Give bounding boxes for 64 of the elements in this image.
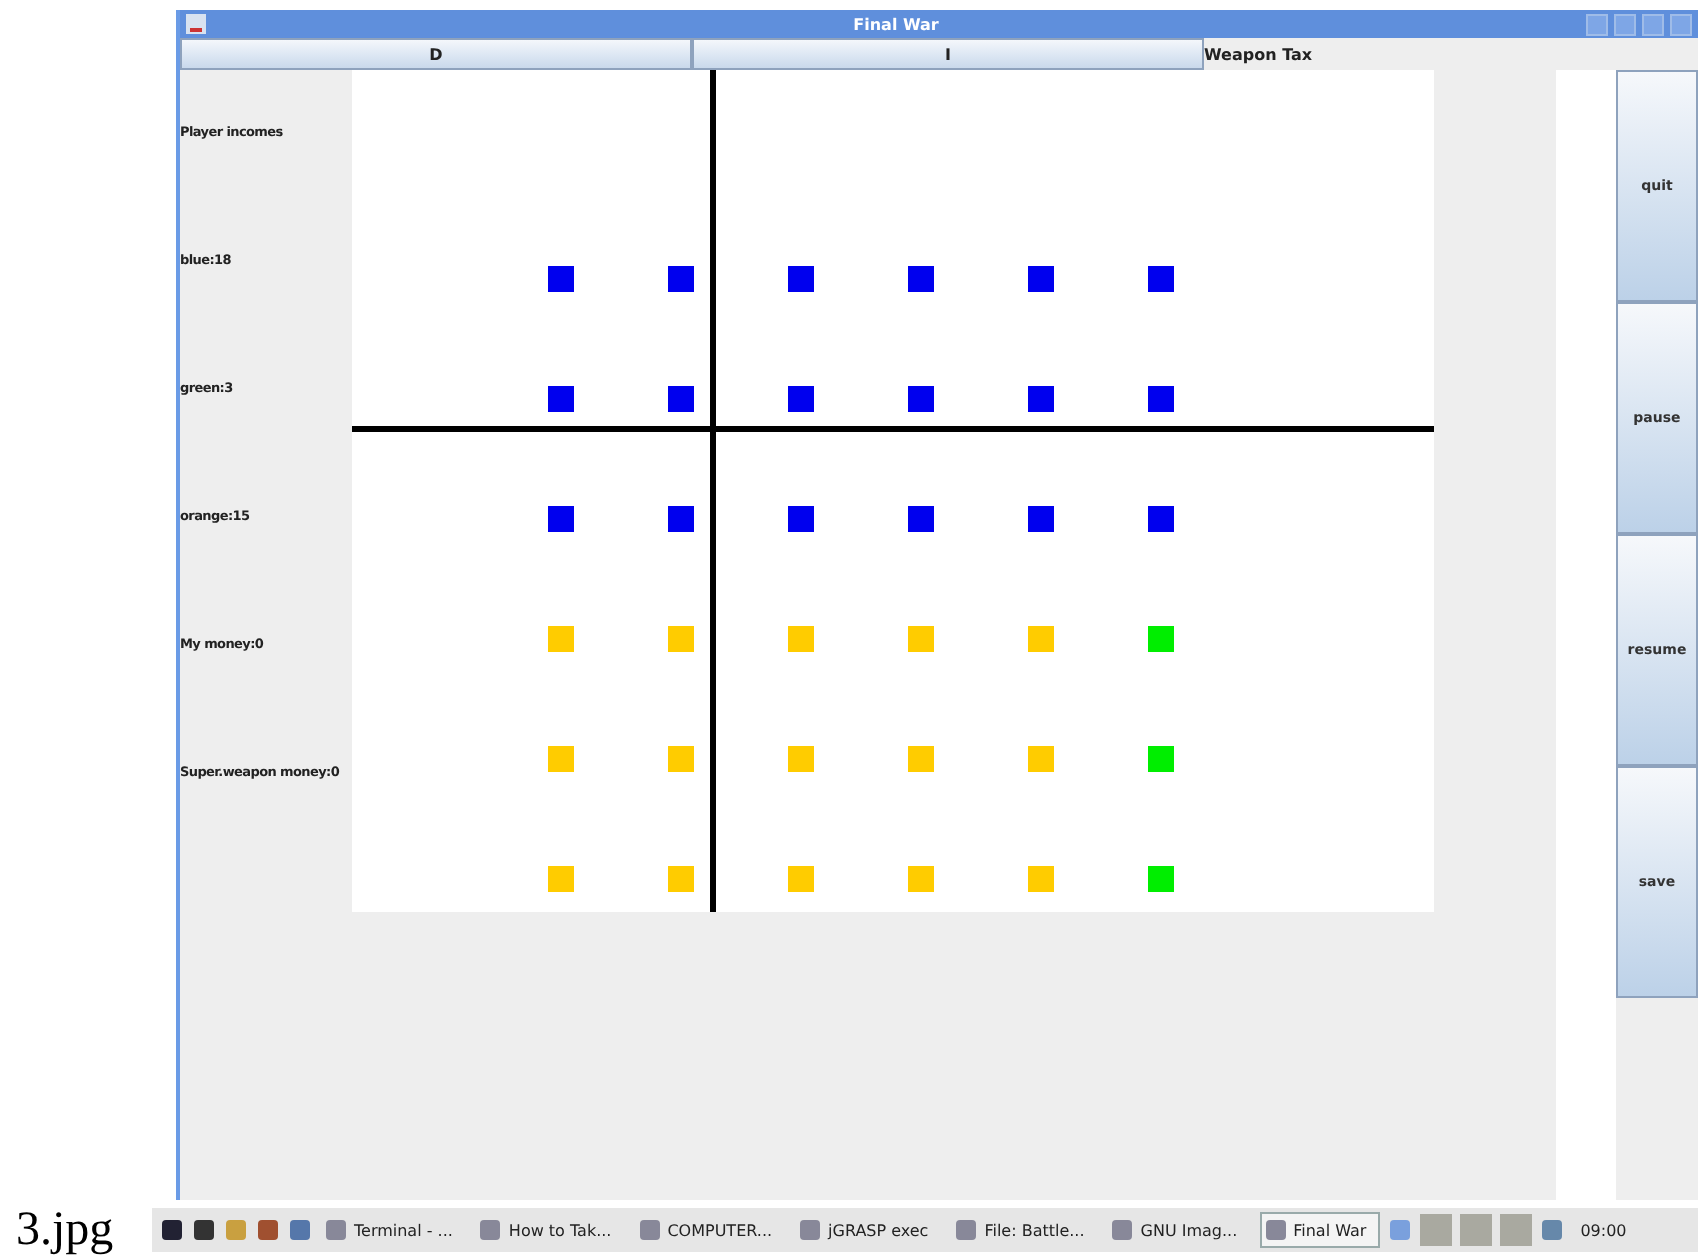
unit-square[interactable] [1028, 506, 1054, 532]
unit-square[interactable] [1148, 626, 1174, 652]
task-label: Terminal - ... [354, 1221, 453, 1239]
unit-square[interactable] [908, 866, 934, 892]
unit-square[interactable] [668, 506, 694, 532]
workspace-tile[interactable] [1420, 1214, 1453, 1246]
unit-square[interactable] [1028, 746, 1054, 772]
taskbar-task[interactable]: Final War [1259, 1212, 1381, 1248]
unit-square[interactable] [788, 266, 814, 292]
minimize-button[interactable] [1614, 13, 1636, 35]
unit-square[interactable] [548, 266, 574, 292]
unit-square[interactable] [548, 626, 574, 652]
task-label: jGRASP exec [828, 1221, 929, 1239]
taskbar-task[interactable]: jGRASP exec [794, 1212, 943, 1248]
unit-square[interactable] [1148, 266, 1174, 292]
weapon-tax-label: Weapon Tax [1204, 45, 1313, 63]
unit-square[interactable] [1148, 866, 1174, 892]
unit-square[interactable] [1028, 626, 1054, 652]
unit-square[interactable] [1028, 386, 1054, 412]
unit-square[interactable] [668, 866, 694, 892]
top-button[interactable]: D [180, 38, 692, 70]
unit-square[interactable] [1148, 506, 1174, 532]
unit-square[interactable] [908, 746, 934, 772]
taskbar-task[interactable]: COMPUTER... [633, 1212, 787, 1248]
unit-square[interactable] [668, 746, 694, 772]
unit-square[interactable] [908, 506, 934, 532]
taskbar-task[interactable]: Terminal - ... [320, 1212, 467, 1248]
unit-square[interactable] [788, 386, 814, 412]
window-title: Final War [851, 15, 941, 33]
unit-square[interactable] [908, 266, 934, 292]
maximize-button[interactable] [1642, 13, 1664, 35]
unit-square[interactable] [788, 626, 814, 652]
unit-square[interactable] [908, 386, 934, 412]
unit-square[interactable] [1028, 866, 1054, 892]
unit-square[interactable] [788, 866, 814, 892]
task-label: GNU Imag... [1140, 1221, 1238, 1239]
unit-square[interactable] [548, 746, 574, 772]
workspace-tile[interactable] [1460, 1214, 1493, 1246]
task-label: How to Tak... [508, 1221, 612, 1239]
unit-square[interactable] [1028, 266, 1054, 292]
unit-square[interactable] [788, 506, 814, 532]
close-button[interactable] [1670, 13, 1692, 35]
clock: 09:00 [1578, 1221, 1629, 1239]
unit-square[interactable] [908, 626, 934, 652]
task-label: File: Battle... [984, 1221, 1085, 1239]
unit-square[interactable] [668, 626, 694, 652]
task-label: COMPUTER... [667, 1221, 773, 1239]
unit-square[interactable] [548, 866, 574, 892]
unit-square[interactable] [548, 386, 574, 412]
image-caption: 3.jpg [14, 1203, 116, 1257]
unit-square[interactable] [1148, 746, 1174, 772]
unit-square[interactable] [668, 386, 694, 412]
workspace-tile[interactable] [1500, 1214, 1533, 1246]
taskbar-task[interactable]: GNU Imag... [1106, 1212, 1252, 1248]
unit-square[interactable] [548, 506, 574, 532]
unit-square[interactable] [788, 746, 814, 772]
menu-button[interactable] [1586, 13, 1608, 35]
task-label: Final War [1293, 1221, 1367, 1239]
taskbar-task[interactable]: How to Tak... [474, 1212, 626, 1248]
java-icon [186, 14, 206, 34]
unit-square[interactable] [668, 266, 694, 292]
unit-square[interactable] [1148, 386, 1174, 412]
taskbar-task[interactable]: File: Battle... [950, 1212, 1099, 1248]
top-button[interactable]: I [692, 38, 1204, 70]
